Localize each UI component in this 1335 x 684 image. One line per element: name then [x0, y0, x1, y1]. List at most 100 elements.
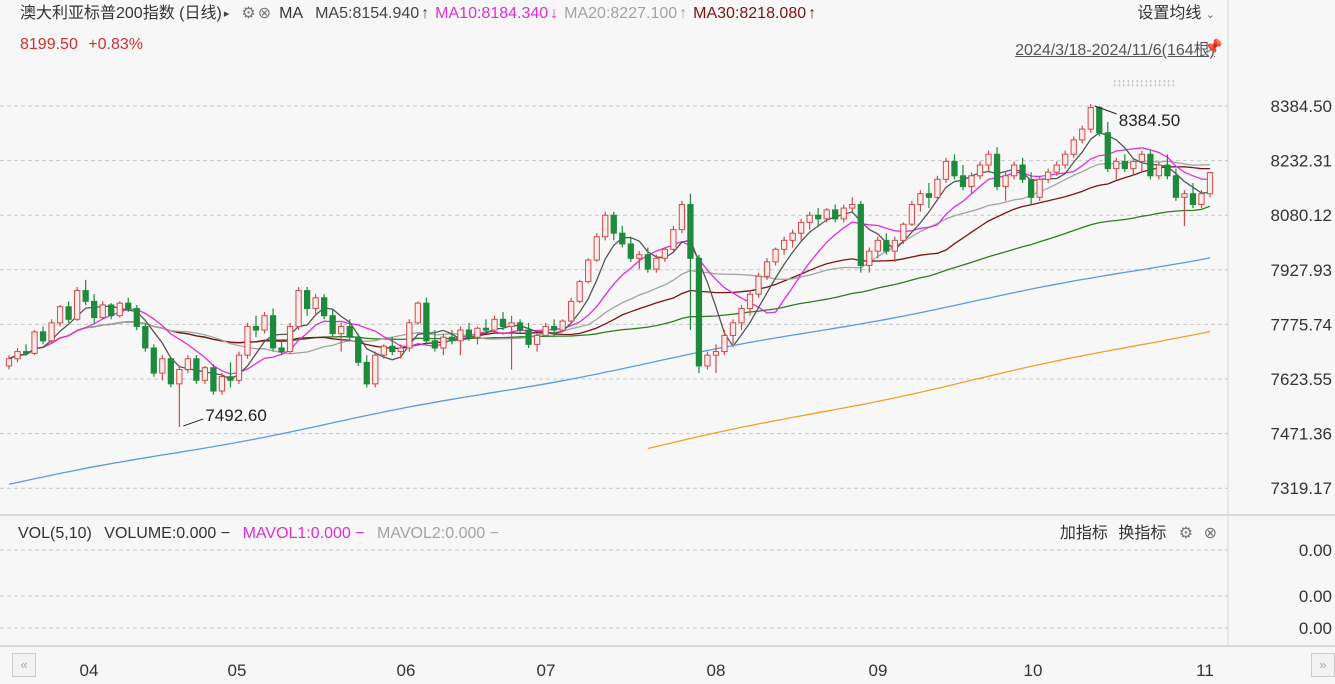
candle-body — [900, 223, 907, 241]
candle-body — [176, 369, 183, 385]
candle-body — [959, 175, 967, 188]
collapse-arrow-icon[interactable]: ▸ — [224, 3, 230, 25]
candle-body — [815, 214, 822, 220]
candle-body — [1198, 193, 1205, 205]
candle-body — [278, 347, 285, 353]
x-tick-label: 06 — [397, 661, 416, 680]
price-change: +0.83% — [88, 36, 144, 53]
candle-body — [48, 322, 55, 342]
candle-body — [508, 322, 515, 327]
candle-body — [798, 221, 805, 234]
low-label: 7492.60 — [205, 406, 266, 425]
candle-body — [917, 193, 924, 205]
x-tick-label: 07 — [537, 661, 556, 680]
mavol1-dash: − — [355, 525, 365, 542]
candle-body — [942, 160, 950, 180]
price-grid — [0, 105, 1228, 489]
chevron-down-icon: ⌄ — [1205, 9, 1215, 21]
candle-body — [5, 358, 13, 367]
volume-tick-label: 0.00 — [1299, 587, 1332, 606]
y-tick-label: 7927.93 — [1271, 261, 1332, 280]
x-tick-label: 04 — [80, 661, 99, 680]
volume-dash: − — [220, 525, 231, 542]
candle-body — [678, 203, 686, 231]
candle-body — [883, 239, 890, 252]
y-tick-label: 7775.74 — [1271, 315, 1332, 334]
candle-body — [806, 214, 813, 223]
candle-body — [321, 297, 328, 317]
candle-body — [602, 214, 609, 238]
candle-body — [619, 232, 626, 245]
candle-body — [380, 345, 387, 356]
close-icon[interactable]: ⊗ — [1204, 525, 1217, 542]
candle-body — [1155, 164, 1163, 177]
candle-body — [269, 315, 277, 349]
candle-body — [91, 300, 98, 318]
y-tick-label: 8080.12 — [1271, 206, 1332, 225]
candle-body — [550, 325, 558, 331]
candle-body — [1036, 178, 1043, 198]
candle-body — [167, 358, 174, 385]
switch-indicator-button[interactable]: 换指标 — [1118, 525, 1166, 542]
candle-body — [150, 347, 157, 374]
candle-body — [951, 160, 958, 177]
candle-body — [1138, 153, 1145, 162]
ma-close-icon[interactable]: ⊗ — [258, 3, 271, 25]
price-readout: 8199.50 +0.83% — [20, 36, 143, 54]
y-tick-label: 8384.50 — [1271, 97, 1332, 116]
candle-body — [832, 209, 839, 220]
main-chart[interactable]: 8384.50 8232.31 8080.12 7927.93 7775.74 7623.… — [0, 0, 1335, 684]
candle-body — [1079, 128, 1086, 141]
candle-body — [1087, 107, 1094, 130]
candle-body — [789, 232, 796, 241]
low-pointer — [183, 418, 204, 427]
candle-body — [142, 325, 149, 349]
candle-body — [1181, 193, 1188, 198]
candle-body — [448, 336, 456, 342]
ma30-value: MA30:8218.080 — [693, 5, 807, 22]
candle-body — [993, 153, 1001, 188]
candle-body — [763, 261, 771, 277]
x-tick-label: 10 — [1024, 661, 1043, 680]
candle-body — [431, 340, 439, 349]
candle-body — [312, 297, 319, 310]
date-range[interactable]: 2024/3/18-2024/11/6(164根) — [1015, 36, 1215, 60]
ma-settings-gear-icon[interactable]: ⚙ — [241, 3, 255, 25]
candle-body — [329, 315, 336, 335]
candle-body — [908, 203, 916, 225]
candle-body — [866, 250, 873, 266]
candle-body — [627, 243, 634, 259]
volume-tick-label: 0.00 — [1299, 619, 1332, 638]
candle-body — [1113, 160, 1120, 170]
candle-body — [82, 290, 89, 302]
candle-body — [346, 325, 353, 338]
candle-body — [687, 203, 694, 259]
candle-body — [397, 347, 404, 353]
pin-icon[interactable]: 📌 — [1204, 38, 1223, 56]
volume-tools: 加指标 换指标 ⚙ ⊗ — [1060, 523, 1217, 545]
candle-body — [14, 351, 21, 360]
candle-body — [286, 325, 294, 353]
candle-body — [116, 302, 123, 317]
candle-body — [99, 304, 106, 318]
high-label: 8384.50 — [1119, 111, 1180, 130]
candle-body — [1121, 160, 1128, 170]
candle-body — [474, 327, 481, 338]
candle-body — [108, 304, 115, 317]
add-indicator-button[interactable]: 加指标 — [1060, 525, 1108, 542]
candle-body — [610, 214, 617, 234]
candle-body — [568, 300, 575, 322]
candle-body — [65, 306, 72, 320]
candle-body — [1104, 132, 1111, 170]
scroll-right-button[interactable]: » — [1311, 653, 1335, 677]
x-tick-label: 09 — [869, 661, 888, 680]
candle-body — [261, 315, 268, 331]
candle-body — [1045, 171, 1052, 180]
ma-settings-button[interactable]: 设置均线 ⌄ — [1137, 3, 1215, 26]
scroll-left-button[interactable]: « — [12, 653, 36, 677]
gear-icon[interactable]: ⚙ — [1179, 525, 1193, 542]
legend-bar: 澳大利亚标普200指数 (日线) ▸ ⚙ ⊗ MA MA5:8154.940 ↑… — [20, 3, 818, 25]
candle-body — [721, 334, 728, 353]
ma30-arrow: ↑ — [808, 5, 817, 22]
mavol2-dash: − — [489, 525, 500, 542]
